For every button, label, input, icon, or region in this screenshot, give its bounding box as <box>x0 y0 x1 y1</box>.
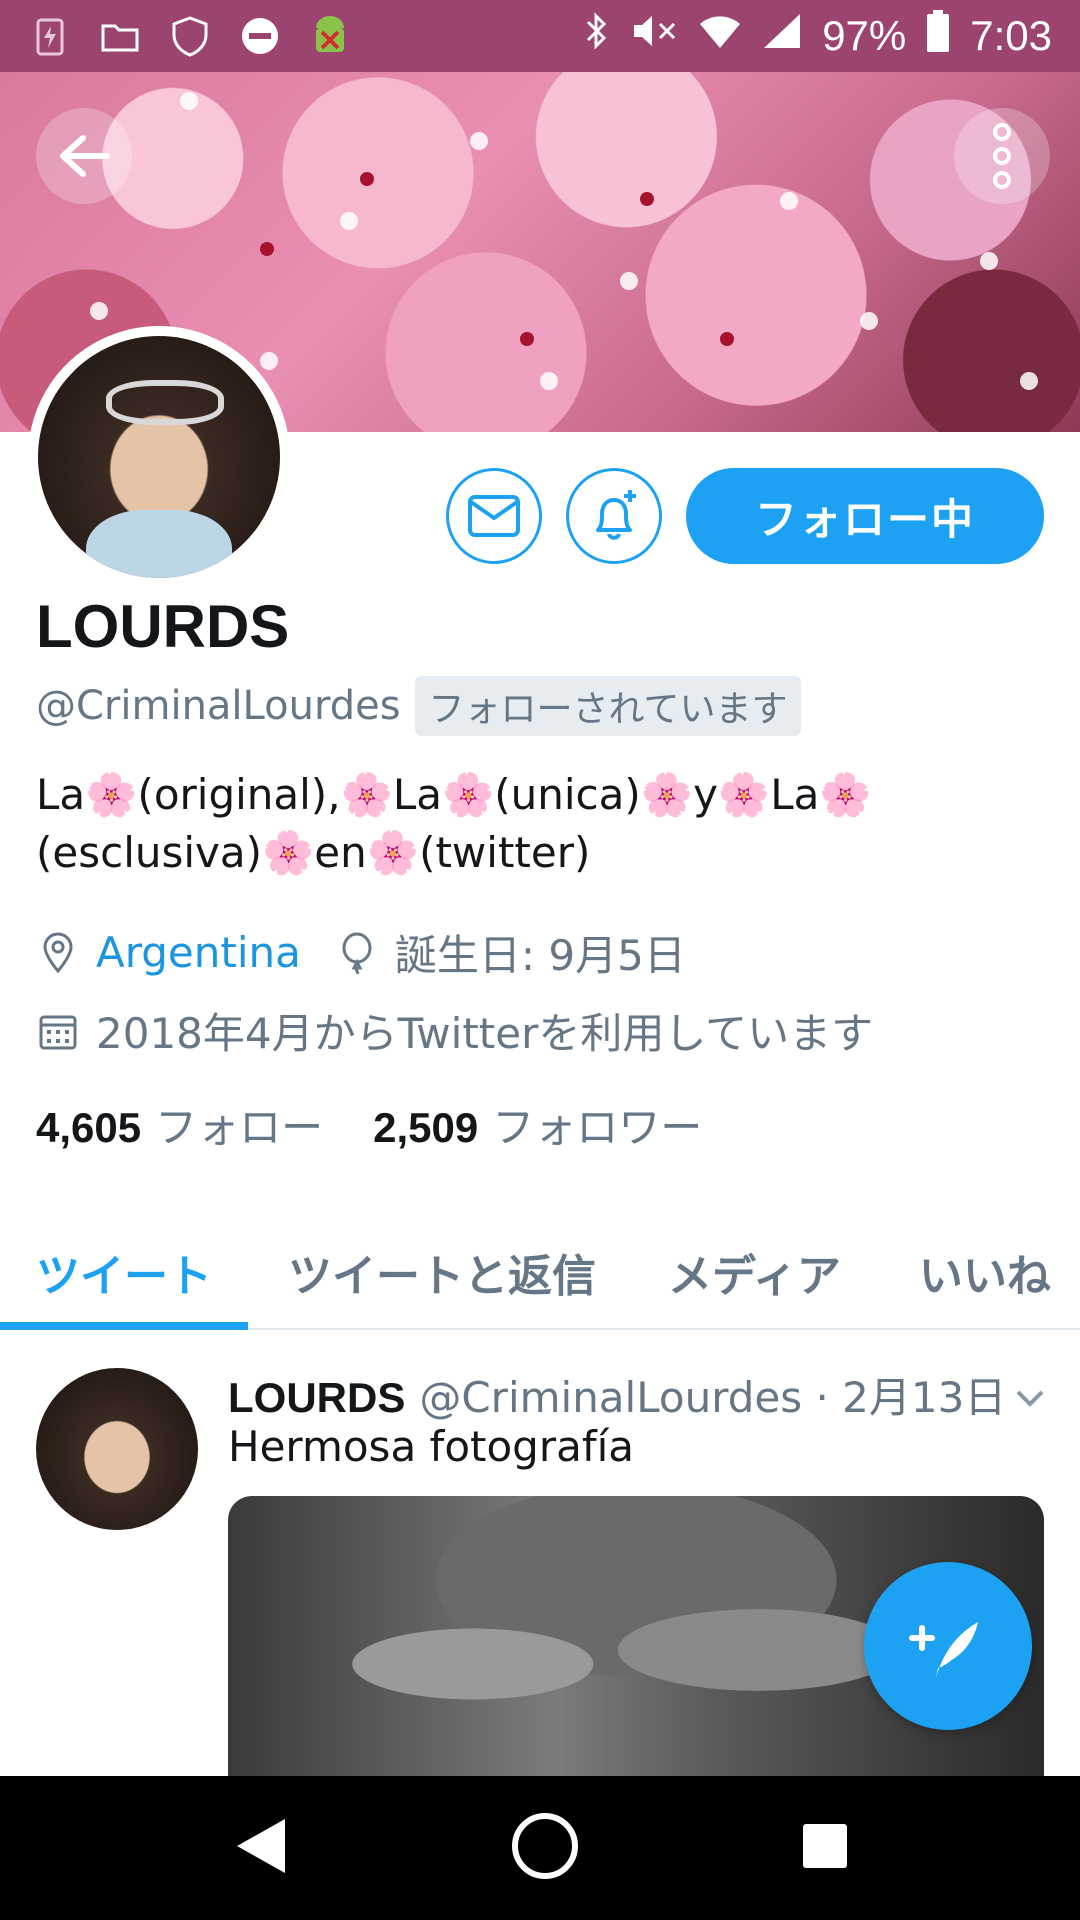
direct-message-button[interactable] <box>446 468 542 564</box>
compose-tweet-button[interactable] <box>864 1562 1032 1730</box>
android-icon <box>308 14 352 58</box>
nav-home-button[interactable] <box>510 1811 580 1885</box>
signal-icon <box>762 12 802 60</box>
square-recents-icon <box>803 1824 848 1868</box>
tab-media[interactable]: メディア <box>632 1216 877 1328</box>
battery-percent: 97% <box>822 12 907 59</box>
following-count[interactable]: 4,605 <box>36 1104 141 1152</box>
nav-back-button[interactable] <box>231 1815 289 1881</box>
tweet-text: Hermosa fotografía <box>228 1422 635 1471</box>
followers-label[interactable]: フォロワー <box>492 1094 702 1155</box>
volume-muted-icon <box>630 11 678 61</box>
location-birthday-row: Argentina 誕生日: 9月5日 <box>36 922 686 983</box>
handle-row: @CriminalLourdes フォローされています <box>36 676 802 736</box>
joined-row: 2018年4月からTwitterを利用しています <box>36 1000 873 1061</box>
follows-you-badge: フォローされています <box>414 676 802 736</box>
chevron-down-icon <box>1016 1390 1044 1407</box>
circle-home-icon <box>511 1813 578 1879</box>
map-pin-icon <box>36 931 80 975</box>
profile-avatar[interactable] <box>28 326 290 588</box>
balloon-icon <box>335 931 379 975</box>
back-button[interactable] <box>36 108 132 204</box>
more-vertical-icon <box>993 123 1011 189</box>
battery-icon <box>926 9 950 63</box>
system-navigation-bar <box>0 1776 1080 1920</box>
battery-saver-icon <box>28 14 72 58</box>
shield-icon <box>168 14 212 58</box>
tab-likes[interactable]: いいね <box>877 1216 1080 1328</box>
arrow-left-icon <box>60 135 110 177</box>
follow-stats: 4,605 フォロー 2,509 フォロワー <box>36 1094 752 1155</box>
tweet-header: LOURDS @CriminalLourdes · 2月13日 <box>228 1364 1006 1425</box>
feather-plus-icon <box>909 1622 978 1678</box>
tweet-menu-button[interactable] <box>1010 1378 1050 1418</box>
avatar-image <box>38 336 280 578</box>
wifi-icon <box>698 12 742 60</box>
status-bar: 97% 7:03 <box>0 0 1080 72</box>
tweet-handle-date: @CriminalLourdes · 2月13日 <box>419 1373 1007 1422</box>
calendar-icon <box>36 1009 80 1053</box>
location-link[interactable]: Argentina <box>96 928 301 977</box>
clock: 7:03 <box>970 12 1052 59</box>
folder-icon <box>98 14 142 58</box>
birthday-text: 誕生日: 9月5日 <box>394 931 686 980</box>
following-button[interactable]: フォロー中 <box>686 468 1044 564</box>
profile-tabs: ツイート ツイートと返信 メディア いいね <box>0 1216 1080 1330</box>
bio-line: (esclusiva)🌸en🌸(twitter) <box>36 828 591 877</box>
triangle-back-icon <box>236 1819 285 1873</box>
profile-bio: La🌸(original),🌸La🌸(unica)🌸y🌸La🌸 (esclusi… <box>36 766 1036 882</box>
profile-handle: @CriminalLourdes <box>36 683 401 729</box>
do-not-disturb-icon <box>238 14 282 58</box>
profile-name: LOURDS <box>36 593 290 660</box>
bell-plus-icon <box>596 490 636 540</box>
tweet-avatar[interactable] <box>36 1368 198 1530</box>
tweet-author-name[interactable]: LOURDS <box>228 1374 405 1422</box>
envelope-icon <box>468 495 520 537</box>
more-options-button[interactable] <box>954 108 1050 204</box>
following-label[interactable]: フォロー <box>155 1094 323 1155</box>
bluetooth-icon <box>584 11 610 61</box>
nav-recents-button[interactable] <box>801 1822 849 1874</box>
notifications-button[interactable] <box>566 468 662 564</box>
joined-text: 2018年4月からTwitterを利用しています <box>96 1009 874 1058</box>
followers-count[interactable]: 2,509 <box>373 1104 478 1152</box>
tab-tweets[interactable]: ツイート <box>0 1216 248 1330</box>
tab-tweets-and-replies[interactable]: ツイートと返信 <box>248 1216 632 1328</box>
bio-line: La🌸(original),🌸La🌸(unica)🌸y🌸La🌸 <box>36 770 872 819</box>
